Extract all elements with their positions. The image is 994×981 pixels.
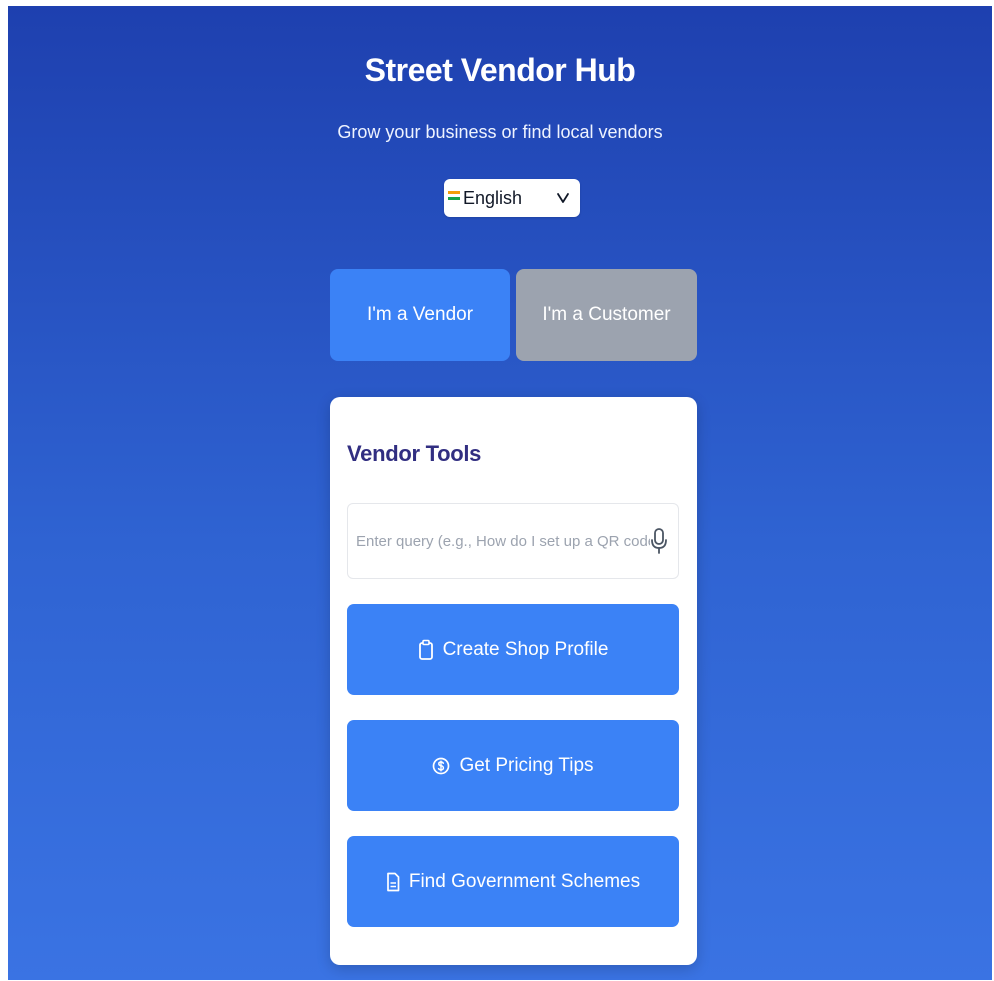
microphone-icon[interactable] bbox=[650, 527, 668, 555]
create-shop-profile-button[interactable]: Create Shop Profile bbox=[347, 604, 679, 695]
app-background: Street Vendor Hub Grow your business or … bbox=[8, 6, 992, 980]
query-input[interactable] bbox=[356, 532, 650, 550]
customer-role-button[interactable]: I'm a Customer bbox=[516, 269, 697, 361]
dollar-circle-icon bbox=[432, 757, 450, 775]
get-pricing-tips-label: Get Pricing Tips bbox=[459, 754, 594, 776]
find-government-schemes-button[interactable]: Find Government Schemes bbox=[347, 836, 679, 927]
vendor-tools-title: Vendor Tools bbox=[347, 441, 482, 466]
language-select[interactable]: English bbox=[444, 179, 580, 217]
get-pricing-tips-button[interactable]: Get Pricing Tips bbox=[347, 720, 679, 811]
chevron-down-icon bbox=[557, 193, 569, 203]
clipboard-icon bbox=[418, 639, 434, 661]
page-title: Street Vendor Hub bbox=[364, 52, 636, 88]
query-field bbox=[347, 503, 679, 579]
language-select-value: English bbox=[463, 187, 523, 208]
create-shop-profile-label: Create Shop Profile bbox=[442, 638, 609, 660]
document-icon bbox=[386, 872, 400, 892]
find-government-schemes-label: Find Government Schemes bbox=[408, 870, 641, 892]
vendor-role-button[interactable]: I'm a Vendor bbox=[330, 269, 510, 361]
page-subtitle: Grow your business or find local vendors bbox=[337, 122, 663, 142]
india-flag-icon bbox=[448, 190, 460, 200]
vendor-tools-card: Vendor Tools Create Shop Profile bbox=[330, 397, 697, 965]
